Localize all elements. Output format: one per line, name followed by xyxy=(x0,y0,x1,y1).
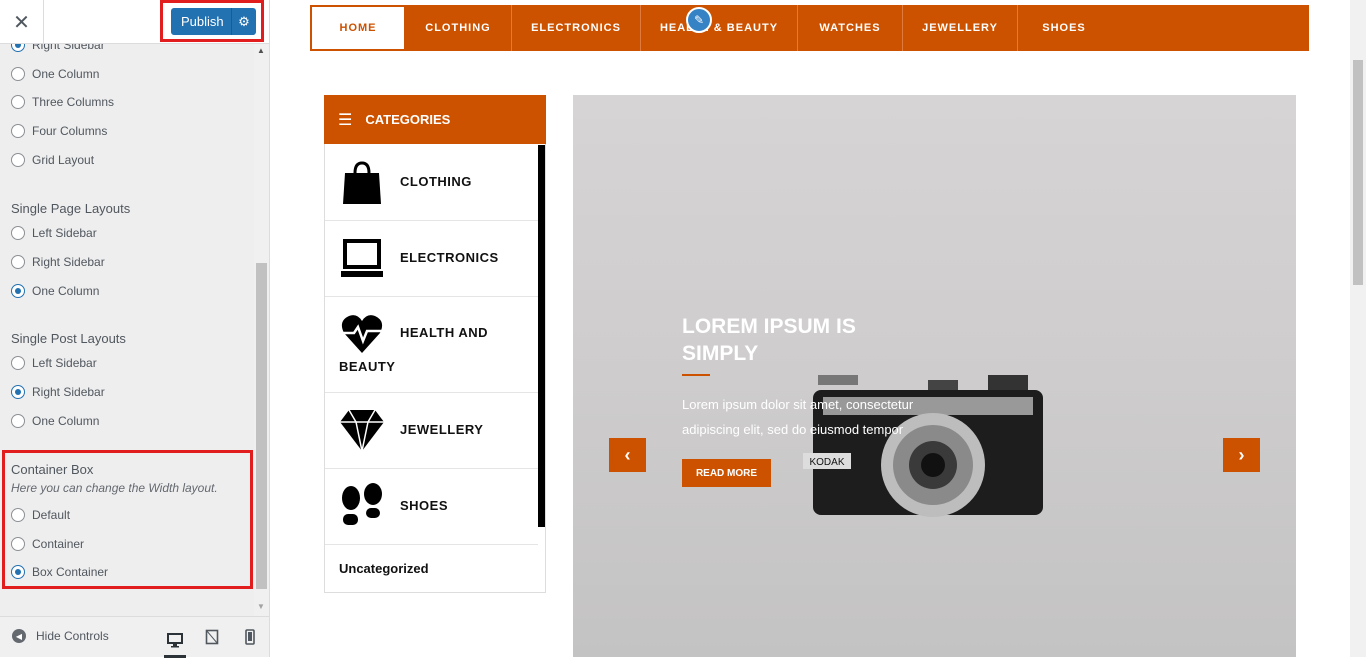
radio-container-box-container[interactable]: Box Container xyxy=(11,563,108,581)
menu-item-home[interactable]: HOME xyxy=(311,6,405,50)
category-item-clothing[interactable]: CLOTHING xyxy=(325,145,538,221)
tablet-icon xyxy=(205,629,219,645)
radio-button[interactable] xyxy=(11,414,25,428)
desktop-preview-button[interactable] xyxy=(164,625,186,658)
slide-title: LOREM IPSUM IS SIMPLY xyxy=(682,315,856,365)
radio-button[interactable] xyxy=(11,565,25,579)
scroll-up-arrow-icon[interactable]: ▲ xyxy=(257,46,265,55)
edit-shortcut-pencil-icon[interactable]: ✎ xyxy=(686,7,712,33)
hero-slider: KODAK LOREM IPSUM IS SIMPLY Lorem ipsum … xyxy=(573,95,1296,657)
preview-scrollbar-thumb[interactable] xyxy=(1353,60,1363,285)
tablet-preview-button[interactable] xyxy=(201,625,223,649)
menu-item-electronics[interactable]: ELECTRONICS xyxy=(512,5,641,51)
category-item-electronics[interactable]: ELECTRONICS xyxy=(325,221,538,297)
customizer-sidebar: ✕ Publish ⚙ Right Sidebar One Column Thr… xyxy=(0,0,270,658)
slider-prev-button[interactable]: ‹ xyxy=(609,438,646,472)
single-post-layouts-title: Single Post Layouts xyxy=(11,331,126,346)
site-preview: HOME CLOTHING ELECTRONICS HEALTH & BEAUT… xyxy=(270,0,1350,657)
radio-button[interactable] xyxy=(11,67,25,81)
scroll-down-arrow-icon[interactable]: ▼ xyxy=(257,602,265,611)
radio-button[interactable] xyxy=(11,95,25,109)
chevron-right-icon: › xyxy=(1238,444,1245,465)
radio-button[interactable] xyxy=(11,356,25,370)
categories-scrollbar[interactable] xyxy=(538,145,545,527)
menu-item-health-beauty[interactable]: HEALTH & BEAUTY xyxy=(641,5,798,51)
shopping-bag-icon xyxy=(343,161,381,204)
close-icon: ✕ xyxy=(13,11,30,34)
category-item-shoes[interactable]: SHOES xyxy=(325,469,538,545)
radio-page-left-sidebar[interactable]: Left Sidebar xyxy=(11,224,97,242)
category-item-health-beauty[interactable]: HEALTH AND BEAUTY xyxy=(325,297,538,393)
hide-controls-label: Hide Controls xyxy=(36,629,109,643)
preview-scrollbar[interactable] xyxy=(1350,0,1366,657)
container-box-description: Here you can change the Width layout. xyxy=(11,481,218,495)
radio-button[interactable] xyxy=(11,153,25,167)
container-box-title: Container Box xyxy=(11,462,94,477)
slider-next-button[interactable]: › xyxy=(1223,438,1260,472)
primary-menu: HOME CLOTHING ELECTRONICS HEALTH & BEAUT… xyxy=(310,5,1309,51)
radio-button[interactable] xyxy=(11,284,25,298)
hide-controls-button[interactable]: ◀ Hide Controls xyxy=(12,629,109,643)
radio-post-left-sidebar[interactable]: Left Sidebar xyxy=(11,354,97,372)
sidebar-scrollbar[interactable]: ▲ ▼ xyxy=(254,44,269,616)
desktop-icon xyxy=(167,633,183,648)
scrollbar-thumb[interactable] xyxy=(256,263,267,589)
radio-button[interactable] xyxy=(11,537,25,551)
menu-item-jewellery[interactable]: JEWELLERY xyxy=(903,5,1018,51)
slide-title-divider xyxy=(682,374,710,376)
radio-archive-four-columns[interactable]: Four Columns xyxy=(11,122,107,140)
categories-header: ☰ CATEGORIES xyxy=(324,95,546,144)
gear-icon[interactable]: ⚙ xyxy=(231,8,256,35)
radio-post-right-sidebar[interactable]: Right Sidebar xyxy=(11,383,105,401)
menu-item-watches[interactable]: WATCHES xyxy=(798,5,903,51)
slide-text: Lorem ipsum dolor sit amet, consectetur … xyxy=(682,397,914,437)
customizer-header: ✕ Publish ⚙ xyxy=(0,0,269,44)
hamburger-icon: ☰ xyxy=(338,111,353,129)
mobile-preview-button[interactable] xyxy=(239,625,261,649)
chevron-left-icon: ‹ xyxy=(624,444,631,465)
radio-button[interactable] xyxy=(11,124,25,138)
category-item-uncategorized[interactable]: Uncategorized xyxy=(325,545,538,593)
radio-button[interactable] xyxy=(11,255,25,269)
mobile-icon xyxy=(245,629,255,645)
categories-widget: ☰ CATEGORIES CLOTHING ELECTRONICS HEALTH… xyxy=(324,95,546,593)
radio-post-one-column[interactable]: One Column xyxy=(11,412,99,430)
read-more-button[interactable]: READ MORE xyxy=(682,459,771,487)
category-item-jewellery[interactable]: JEWELLERY xyxy=(325,393,538,469)
diamond-icon xyxy=(340,409,384,452)
radio-archive-one-column[interactable]: One Column xyxy=(11,65,99,83)
customizer-footer: ◀ Hide Controls xyxy=(0,616,269,658)
radio-container-default[interactable]: Default xyxy=(11,506,70,524)
radio-button[interactable] xyxy=(11,385,25,399)
radio-archive-grid-layout[interactable]: Grid Layout xyxy=(11,151,94,169)
footprints-icon xyxy=(342,483,382,525)
heartbeat-icon xyxy=(341,315,383,353)
radio-archive-right-sidebar[interactable]: Right Sidebar xyxy=(11,44,105,54)
single-page-layouts-title: Single Page Layouts xyxy=(11,201,131,216)
laptop-icon xyxy=(341,239,383,277)
publish-label: Publish xyxy=(181,14,224,29)
radio-archive-three-columns[interactable]: Three Columns xyxy=(11,93,114,111)
publish-button[interactable]: Publish ⚙ xyxy=(171,8,256,35)
radio-button[interactable] xyxy=(11,226,25,240)
radio-button[interactable] xyxy=(11,44,25,52)
radio-button[interactable] xyxy=(11,508,25,522)
menu-item-clothing[interactable]: CLOTHING xyxy=(405,5,512,51)
collapse-arrow-icon: ◀ xyxy=(12,629,26,643)
close-customizer-button[interactable]: ✕ xyxy=(0,0,44,44)
radio-container-container[interactable]: Container xyxy=(11,535,84,553)
radio-page-one-column[interactable]: One Column xyxy=(11,282,99,300)
radio-page-right-sidebar[interactable]: Right Sidebar xyxy=(11,253,105,271)
menu-item-shoes[interactable]: SHOES xyxy=(1018,5,1110,51)
kodak-label: KODAK xyxy=(809,457,844,468)
categories-title: CATEGORIES xyxy=(365,112,451,127)
